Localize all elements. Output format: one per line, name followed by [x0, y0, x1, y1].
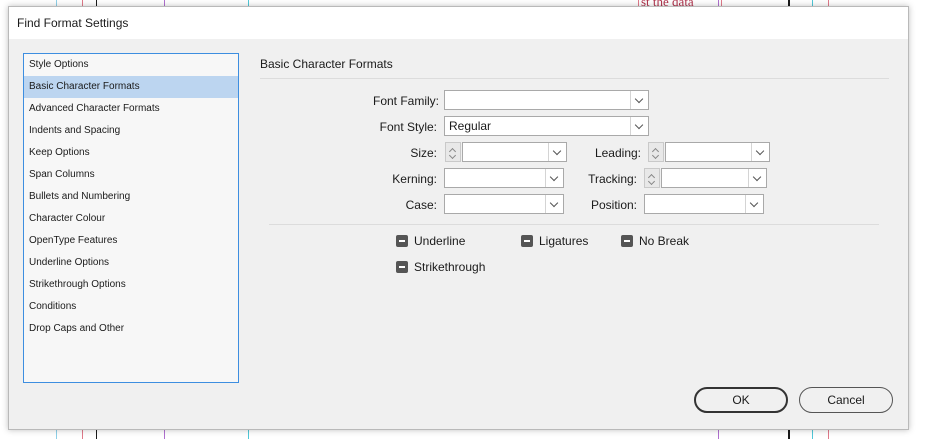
- font-family-label: Font Family:: [372, 94, 439, 108]
- kerning-dropdown[interactable]: [444, 168, 564, 188]
- chevron-down-icon[interactable]: [745, 195, 763, 213]
- indeterminate-checkbox-icon[interactable]: [621, 235, 633, 247]
- category-item-character-colour[interactable]: Character Colour: [24, 208, 238, 230]
- font-family-dropdown[interactable]: [444, 90, 649, 110]
- case-label: Case:: [405, 198, 437, 212]
- category-list[interactable]: Style Options Basic Character Formats Ad…: [23, 53, 239, 383]
- position-label: Position:: [590, 198, 637, 212]
- position-dropdown[interactable]: [644, 194, 764, 214]
- indeterminate-checkbox-icon[interactable]: [396, 261, 408, 273]
- chevron-down-icon[interactable]: [651, 151, 660, 160]
- chevron-down-icon[interactable]: [448, 151, 457, 160]
- find-format-settings-dialog: Find Format Settings Style Options Basic…: [8, 6, 909, 430]
- category-item-underline-options[interactable]: Underline Options: [24, 252, 238, 274]
- font-style-value: Regular: [449, 119, 492, 133]
- category-item-drop-caps-and-other[interactable]: Drop Caps and Other: [24, 318, 238, 340]
- chevron-down-icon[interactable]: [647, 177, 656, 186]
- category-item-indents-and-spacing[interactable]: Indents and Spacing: [24, 120, 238, 142]
- kerning-label: Kerning:: [392, 172, 437, 186]
- tracking-label: Tracking:: [588, 172, 637, 186]
- ok-button[interactable]: OK: [694, 387, 788, 413]
- font-style-label: Font Style:: [379, 120, 437, 134]
- category-item-advanced-character-formats[interactable]: Advanced Character Formats: [24, 98, 238, 120]
- indeterminate-checkbox-icon[interactable]: [396, 235, 408, 247]
- category-item-keep-options[interactable]: Keep Options: [24, 142, 238, 164]
- size-spinner[interactable]: [445, 142, 461, 162]
- leading-dropdown[interactable]: [665, 142, 770, 162]
- category-item-conditions[interactable]: Conditions: [24, 296, 238, 318]
- chevron-down-icon[interactable]: [545, 195, 563, 213]
- font-style-dropdown[interactable]: Regular: [444, 116, 649, 136]
- leading-spinner[interactable]: [648, 142, 664, 162]
- category-item-span-columns[interactable]: Span Columns: [24, 164, 238, 186]
- ligatures-checkbox[interactable]: Ligatures: [521, 233, 588, 249]
- category-item-style-options[interactable]: Style Options: [24, 54, 238, 76]
- dialog-title: Find Format Settings: [17, 16, 129, 30]
- ligatures-label: Ligatures: [539, 234, 589, 248]
- leading-label: Leading:: [594, 146, 641, 160]
- no-break-checkbox[interactable]: No Break: [621, 233, 689, 249]
- chevron-down-icon[interactable]: [630, 91, 648, 109]
- tracking-dropdown[interactable]: [661, 168, 767, 188]
- category-item-basic-character-formats[interactable]: Basic Character Formats: [24, 76, 238, 98]
- chevron-down-icon[interactable]: [548, 143, 566, 161]
- case-dropdown[interactable]: [444, 194, 564, 214]
- strikethrough-checkbox[interactable]: Strikethrough: [396, 259, 485, 275]
- indeterminate-checkbox-icon[interactable]: [521, 235, 533, 247]
- chevron-down-icon[interactable]: [751, 143, 769, 161]
- underline-checkbox[interactable]: Underline: [396, 233, 465, 249]
- category-item-strikethrough-options[interactable]: Strikethrough Options: [24, 274, 238, 296]
- chevron-down-icon[interactable]: [545, 169, 563, 187]
- size-label: Size:: [410, 146, 437, 160]
- options-divider: [269, 224, 879, 225]
- no-break-label: No Break: [639, 234, 690, 248]
- category-item-bullets-and-numbering[interactable]: Bullets and Numbering: [24, 186, 238, 208]
- strikethrough-label: Strikethrough: [414, 260, 486, 274]
- dialog-titlebar[interactable]: Find Format Settings: [9, 7, 908, 39]
- chevron-down-icon[interactable]: [630, 117, 648, 135]
- tracking-spinner[interactable]: [644, 168, 660, 188]
- size-dropdown[interactable]: [462, 142, 567, 162]
- underline-label: Underline: [414, 234, 466, 248]
- category-item-opentype-features[interactable]: OpenType Features: [24, 230, 238, 252]
- panel-title: Basic Character Formats: [260, 57, 393, 71]
- panel-title-divider: [260, 78, 889, 79]
- chevron-down-icon[interactable]: [748, 169, 766, 187]
- cancel-button[interactable]: Cancel: [799, 387, 893, 413]
